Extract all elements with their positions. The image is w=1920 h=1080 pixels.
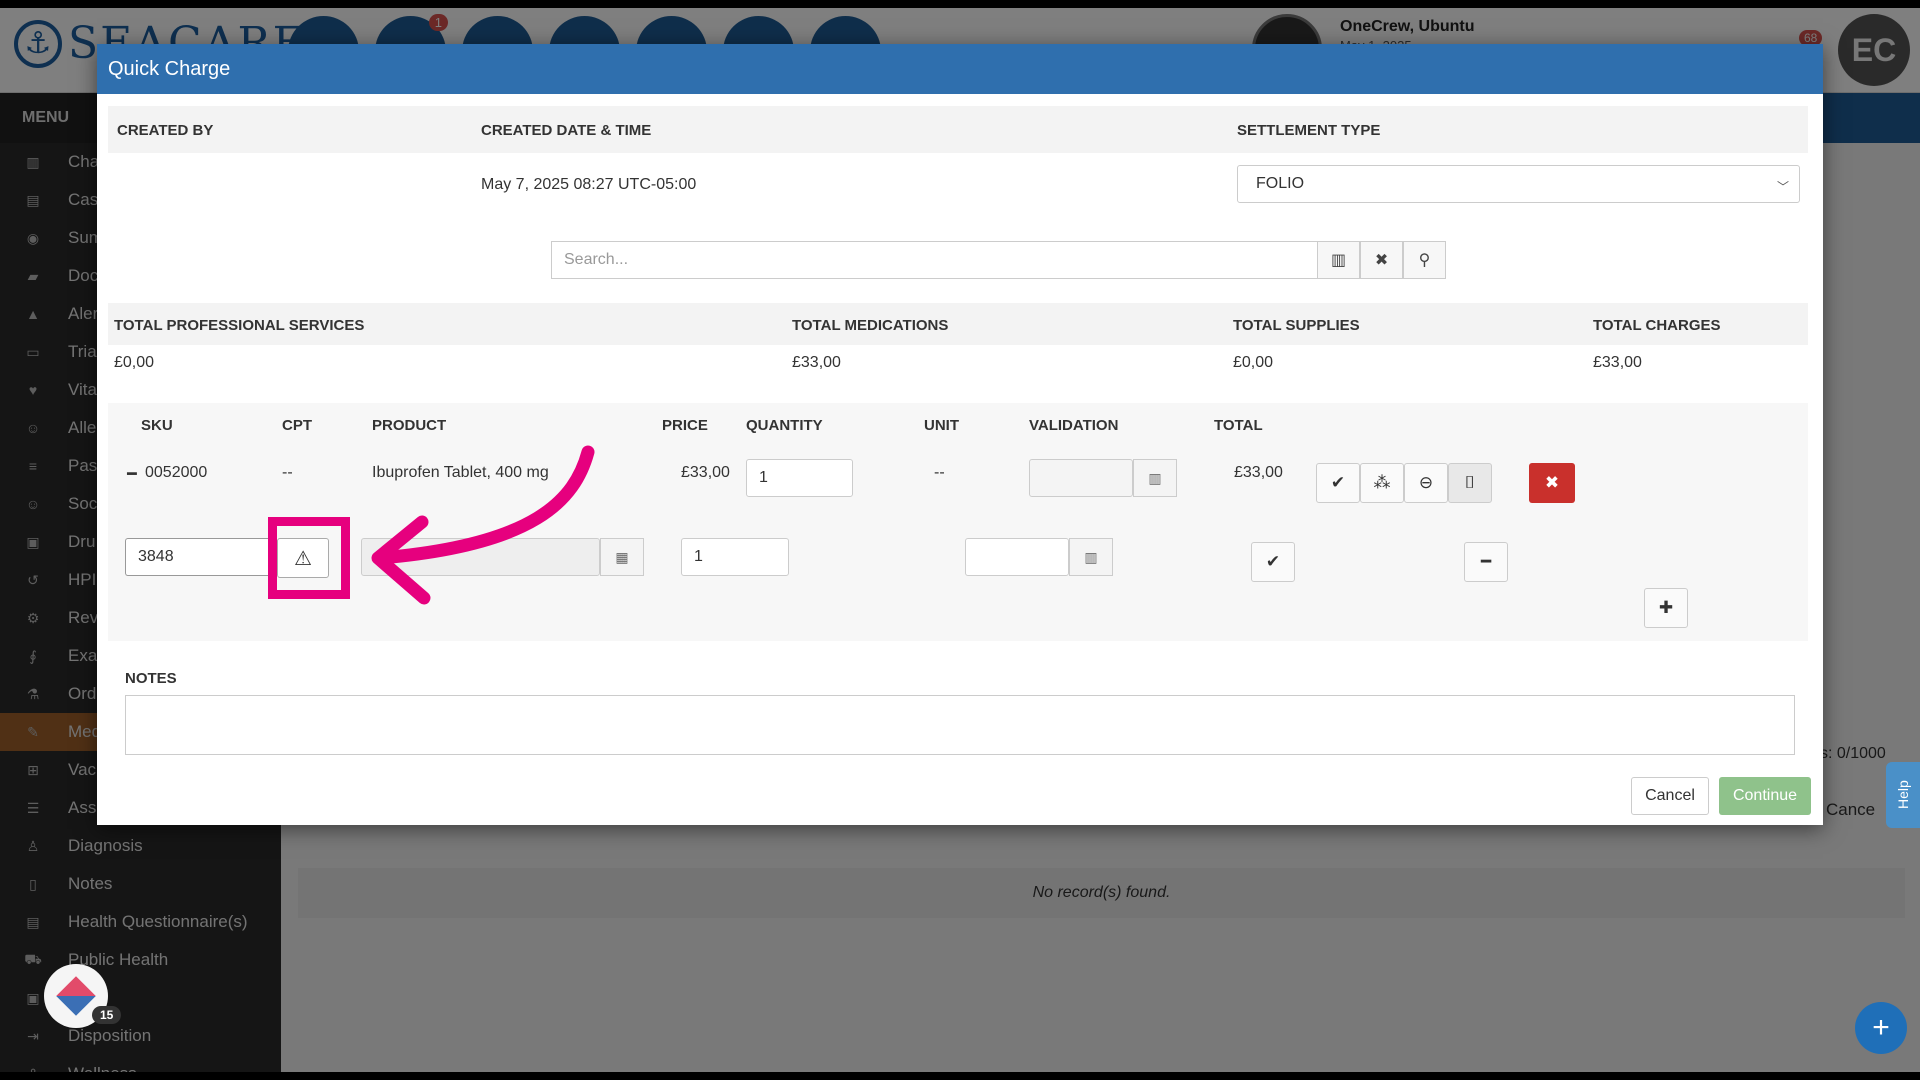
row-cpt: -- [282,464,293,481]
created-date-label: CREATED DATE & TIME [481,122,652,139]
new-row-confirm-button[interactable]: ✔ [1251,542,1295,582]
notes-textarea[interactable] [125,695,1795,755]
row-delete-button[interactable]: ✖ [1529,463,1575,503]
search-input[interactable]: Search... [551,241,1318,279]
new-validation-barcode-button[interactable]: ▥ [1069,538,1113,576]
cancel-button[interactable]: Cancel [1631,777,1709,815]
clear-search-button[interactable]: ✖ [1360,241,1404,279]
row-confirm-button[interactable]: ✔ [1316,463,1360,503]
col-validation: VALIDATION [1029,417,1119,434]
settlement-type-label: SETTLEMENT TYPE [1237,122,1381,139]
row-remove-button[interactable]: ⊖ [1404,463,1448,503]
col-cpt: CPT [282,417,312,434]
search-icon: ⚲ [1418,252,1431,269]
col-sku: SKU [141,417,173,434]
col-price: PRICE [662,417,708,434]
row-price: £33,00 [681,464,730,481]
settlement-type-value: FOLIO [1256,175,1305,192]
barcode-icon: ▥ [1148,469,1162,486]
barcode-icon: ▥ [1331,252,1347,269]
plus-icon: ✚ [1658,598,1674,617]
barcode-button[interactable]: ▥ [1317,241,1361,279]
modal-title: Quick Charge [97,44,1823,94]
settlement-type-select[interactable]: FOLIO ﹀ [1237,165,1800,203]
close-icon: ✖ [1374,252,1389,269]
check-icon: ✔ [1330,473,1346,492]
add-line-button[interactable]: ✚ [1644,588,1688,628]
col-unit: UNIT [924,417,959,434]
total-professional-label: TOTAL PROFESSIONAL SERVICES [114,317,365,334]
info-header-row [108,106,1808,153]
col-total: TOTAL [1214,417,1263,434]
continue-button[interactable]: Continue [1719,777,1811,815]
total-medications-value: £33,00 [792,354,841,371]
calendar-icon: ▦ [615,548,629,565]
search-button[interactable]: ⚲ [1403,241,1446,279]
total-charges-value: £33,00 [1593,354,1642,371]
assistant-badge: 15 [92,1006,122,1024]
plus-icon: + [1872,1011,1890,1044]
check-icon: ✔ [1265,552,1281,571]
assistant-logo-icon [56,976,96,1016]
camera-icon: ⌷ [1464,473,1476,492]
date-picker-button[interactable]: ▦ [600,538,644,576]
minus-icon: ━ [1480,552,1492,571]
product-search: Search... ▥ ✖ ⚲ [551,241,1446,279]
col-quantity: QUANTITY [746,417,823,434]
created-by-label: CREATED BY [117,122,214,139]
row-validation-barcode-button[interactable]: ▥ [1133,459,1177,497]
floating-add-button[interactable]: + [1855,1002,1907,1054]
row-total: £33,00 [1234,464,1283,481]
total-supplies-label: TOTAL SUPPLIES [1233,317,1360,334]
row-group-button[interactable]: ⁂ [1360,463,1404,503]
row-sku: 0052000 [145,464,208,481]
barcode-icon: ▥ [1084,548,1098,565]
new-row-remove-button[interactable]: ━ [1464,542,1508,582]
row-unit: -- [934,464,945,481]
chevron-down-icon: ﹀ [1776,180,1789,194]
help-tab[interactable]: Help [1886,762,1920,828]
annotation-highlight-box [268,517,350,599]
total-medications-label: TOTAL MEDICATIONS [792,317,949,334]
row-quantity-input[interactable]: 1 [746,459,853,497]
new-quantity-input[interactable]: 1 [681,538,789,576]
annotation-arrow-icon [371,445,595,605]
quick-charge-modal: Quick Charge CREATED BY CREATED DATE & T… [97,44,1823,825]
row-camera-button[interactable]: ⌷ [1448,463,1492,503]
created-date-value: May 7, 2025 08:27 UTC-05:00 [481,176,697,193]
col-product: PRODUCT [372,417,447,434]
notes-label: NOTES [125,670,177,687]
row-validation-input[interactable] [1029,459,1133,497]
new-sku-input[interactable]: 3848 [125,538,275,576]
collapse-minus-icon[interactable]: ━ [127,464,137,484]
total-supplies-value: £0,00 [1233,354,1274,371]
close-icon: ✖ [1544,473,1560,492]
total-professional-value: £0,00 [114,354,155,371]
total-charges-label: TOTAL CHARGES [1593,317,1721,334]
grid-icon: ⁂ [1373,473,1391,492]
new-validation-input[interactable] [965,538,1069,576]
minus-circle-icon: ⊖ [1418,473,1434,492]
